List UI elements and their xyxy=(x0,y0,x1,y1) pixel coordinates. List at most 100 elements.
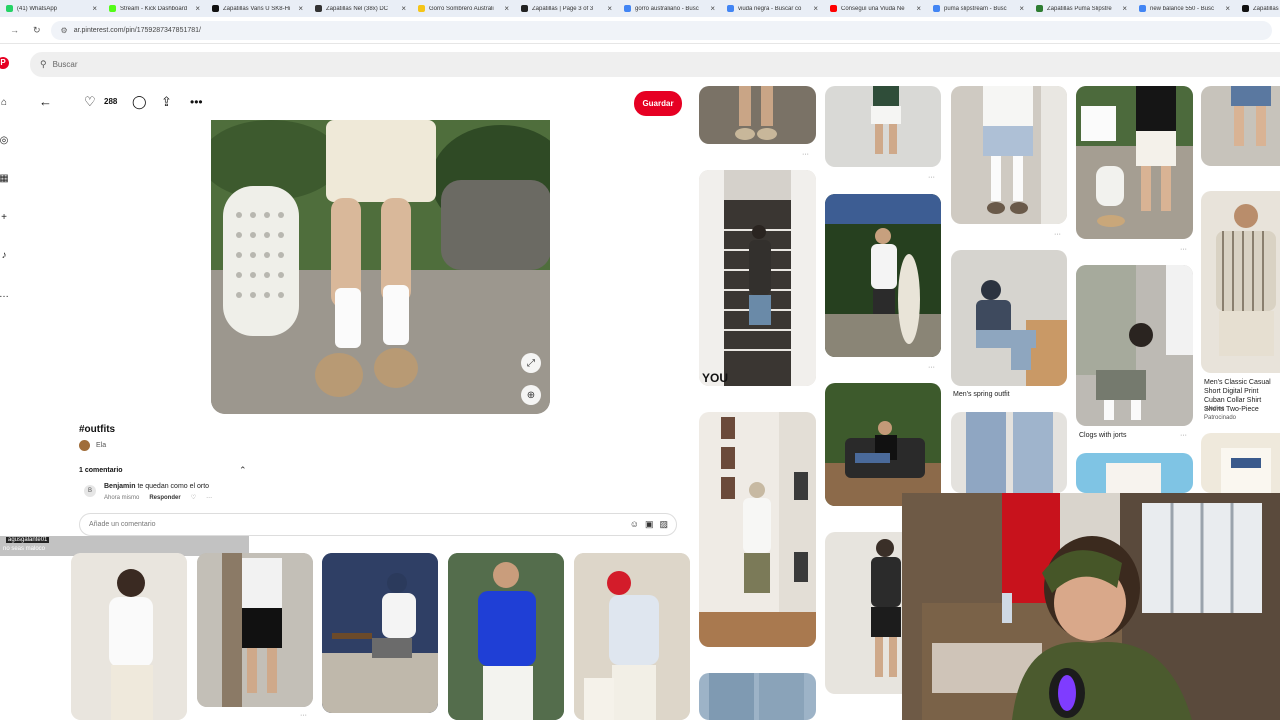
grid-pin-image[interactable] xyxy=(951,86,1067,224)
browser-tab[interactable]: puma slipstream - Busc × xyxy=(927,0,1030,17)
grid-pin-caption[interactable]: Men's spring outfit xyxy=(953,391,1010,398)
svg-text:YOU: YOU xyxy=(702,371,728,385)
tab-close-icon[interactable]: × xyxy=(916,4,921,13)
tab-close-icon[interactable]: × xyxy=(298,4,303,13)
more-options-icon[interactable]: ··· xyxy=(1054,231,1061,238)
browser-tab[interactable]: Zapatillas Vans U SK8-Hi × xyxy=(206,0,309,17)
notifications-icon[interactable]: ♪ xyxy=(0,250,10,262)
tab-close-icon[interactable]: × xyxy=(401,4,406,13)
sticker-icon[interactable]: ▣ xyxy=(645,519,654,530)
browser-tab[interactable]: Gorro Sombrero Australi × xyxy=(412,0,515,17)
grid-pin-image[interactable] xyxy=(1076,265,1193,426)
pin-image[interactable]: ⤢ ⊕ xyxy=(211,120,550,414)
browser-tab[interactable]: Stream - Kick Dashboard × xyxy=(103,0,206,17)
browser-tab[interactable]: viuda negra - Buscar co × xyxy=(721,0,824,17)
more-options-icon[interactable]: ··· xyxy=(928,174,935,181)
browser-tab[interactable]: gorro australiano - Busc × xyxy=(618,0,721,17)
comment-icon[interactable]: ◯ xyxy=(132,95,147,109)
image-icon[interactable]: ▨ xyxy=(659,519,668,530)
create-icon[interactable]: + xyxy=(0,212,10,224)
grid-pin-image[interactable] xyxy=(1201,86,1280,166)
related-pin-image[interactable] xyxy=(322,553,438,713)
heart-icon[interactable]: ♡ xyxy=(84,95,96,109)
share-icon[interactable]: ⇪ xyxy=(161,95,172,109)
tab-close-icon[interactable]: × xyxy=(710,4,715,13)
grid-pin-image[interactable] xyxy=(951,250,1067,386)
back-arrow-icon[interactable]: ← xyxy=(39,95,52,109)
browser-tab[interactable]: Zapatillas Nel (38x) DC × xyxy=(309,0,412,17)
grid-pin-image[interactable] xyxy=(699,86,816,144)
browser-tab[interactable]: Zapatillas Puma× xyxy=(1236,0,1280,17)
tab-favicon-icon xyxy=(315,5,322,12)
tab-title: Stream - Kick Dashboard xyxy=(120,5,188,12)
grid-pin-photo xyxy=(825,86,941,167)
grid-pin-image[interactable]: YOU xyxy=(699,170,816,386)
browser-tab[interactable]: Zapatillas Puma Slipstre × xyxy=(1030,0,1133,17)
more-options-icon[interactable]: ••• xyxy=(190,95,203,109)
more-options-icon[interactable]: ··· xyxy=(928,364,935,371)
related-pin-image[interactable] xyxy=(448,553,564,720)
more-options-icon[interactable]: ··· xyxy=(1180,246,1187,253)
add-comment-input[interactable]: Añade un comentario ☺ ▣ ▨ xyxy=(79,513,677,536)
tab-close-icon[interactable]: × xyxy=(813,4,818,13)
pin-author[interactable]: Ela xyxy=(79,440,106,451)
grid-pin-image[interactable] xyxy=(951,412,1067,493)
grid-pin-image[interactable] xyxy=(825,86,941,167)
more-options-icon[interactable]: ··· xyxy=(1180,432,1187,439)
comment-heart-icon[interactable]: ♡ xyxy=(191,494,196,501)
boards-icon[interactable]: ▦ xyxy=(0,173,10,185)
tab-favicon-icon xyxy=(521,5,528,12)
grid-pin-image[interactable] xyxy=(1076,453,1193,493)
tab-close-icon[interactable]: × xyxy=(195,4,200,13)
grid-pin-photo xyxy=(1076,265,1193,426)
commenter-avatar[interactable]: B xyxy=(84,485,96,497)
expand-icon[interactable]: ⤢ xyxy=(521,353,541,373)
messages-icon[interactable]: … xyxy=(0,289,10,301)
comments-header[interactable]: 1 comentario xyxy=(79,467,123,474)
grid-pin-caption[interactable]: Clogs with jorts xyxy=(1079,432,1126,439)
search-placeholder: Buscar xyxy=(52,60,78,69)
emoji-icon[interactable]: ☺ xyxy=(630,519,639,530)
grid-pin-image[interactable] xyxy=(1076,86,1193,239)
browser-tab[interactable]: Conseguí una Viuda Ne × xyxy=(824,0,927,17)
pinterest-logo[interactable]: P xyxy=(0,57,9,69)
chevron-up-icon[interactable]: ⌃ xyxy=(239,465,247,476)
more-options-icon[interactable]: ··· xyxy=(802,151,809,158)
tab-close-icon[interactable]: × xyxy=(1122,4,1127,13)
forward-icon[interactable]: → xyxy=(10,25,19,35)
grid-pin-image[interactable] xyxy=(825,383,941,506)
visual-search-icon[interactable]: ⊕ xyxy=(521,385,541,405)
tab-close-icon[interactable]: × xyxy=(1225,4,1230,13)
reply-button[interactable]: Responder xyxy=(149,495,180,501)
related-pin-image[interactable] xyxy=(574,553,690,720)
commenter-name[interactable]: Benjamin xyxy=(104,483,136,490)
ad-brand[interactable]: svedios xyxy=(1204,406,1224,412)
grid-pin-image[interactable] xyxy=(1201,191,1280,373)
browser-tab[interactable]: new balance 550 - Busc × xyxy=(1133,0,1236,17)
comment-more-icon[interactable]: ··· xyxy=(206,495,212,501)
home-icon[interactable]: ⌂ xyxy=(0,97,10,109)
site-settings-icon[interactable]: ⚙ xyxy=(61,26,68,35)
grid-pin-image[interactable] xyxy=(1201,433,1280,493)
comment-text: te quedan como el orto xyxy=(137,483,210,490)
save-button[interactable]: Guardar xyxy=(634,91,682,116)
browser-tab[interactable]: (41) WhatsApp × xyxy=(0,0,103,17)
browser-tab[interactable]: Zapatillas | Page 3 of 3 × xyxy=(515,0,618,17)
url-field[interactable]: ⚙ ar.pinterest.com/pin/1759287347851781/ xyxy=(50,20,1272,40)
related-pin-image[interactable] xyxy=(197,553,313,707)
grid-pin-image[interactable] xyxy=(825,194,941,357)
tab-close-icon[interactable]: × xyxy=(92,4,97,13)
search-input[interactable]: ⚲ Buscar xyxy=(30,52,1280,77)
tab-close-icon[interactable]: × xyxy=(1019,4,1024,13)
related-pin-image[interactable] xyxy=(71,553,187,720)
grid-pin-photo xyxy=(825,383,941,506)
grid-pin-image[interactable] xyxy=(699,412,816,647)
grid-pin-photo xyxy=(825,194,941,357)
grid-pin-photo xyxy=(951,250,1067,386)
tab-close-icon[interactable]: × xyxy=(607,4,612,13)
reload-icon[interactable]: ↻ xyxy=(33,25,41,36)
tab-close-icon[interactable]: × xyxy=(504,4,509,13)
grid-pin-image[interactable] xyxy=(699,673,816,720)
explore-icon[interactable]: ◎ xyxy=(0,135,10,147)
more-options-icon[interactable]: ··· xyxy=(300,712,307,719)
